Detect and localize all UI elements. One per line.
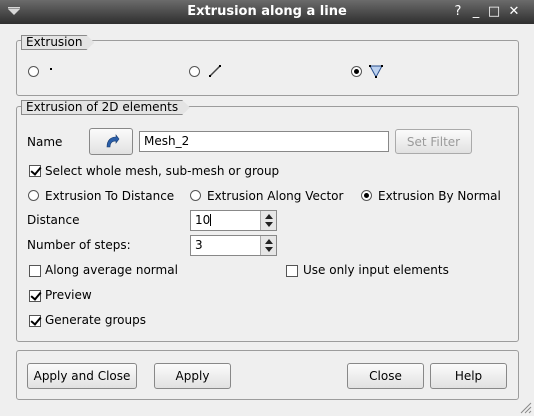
extrude-nodes-radio[interactable]	[28, 66, 39, 77]
select-whole-mesh-checkbox[interactable]	[29, 165, 41, 177]
text-cursor	[210, 214, 212, 226]
node-icon	[50, 68, 52, 70]
minimize-button[interactable]: _	[468, 4, 484, 20]
steps-spin-arrows[interactable]	[260, 236, 276, 255]
close-button[interactable]: Close	[347, 363, 424, 389]
extrusion-to-distance-label: Extrusion To Distance	[45, 189, 175, 203]
arrow-select-icon	[106, 134, 120, 148]
extrusion-group	[16, 40, 519, 96]
extrude-edges-radio[interactable]	[189, 66, 200, 77]
resize-grip-icon[interactable]	[518, 400, 532, 414]
extrusion-along-vector-radio[interactable]	[190, 190, 201, 201]
input-elements-only-label: Use only input elements	[303, 263, 449, 277]
help-button[interactable]: Help	[430, 363, 507, 389]
average-normal-label: Along average normal	[45, 263, 178, 277]
average-normal-checkbox[interactable]	[29, 265, 41, 277]
extrude-faces-radio[interactable]	[351, 66, 362, 77]
apply-and-close-button[interactable]: Apply and Close	[27, 363, 137, 389]
extrusion-along-vector-label: Extrusion Along Vector	[207, 189, 344, 203]
extrusion-by-normal-radio[interactable]	[361, 190, 372, 201]
name-label: Name	[27, 135, 63, 149]
face-icon	[369, 65, 383, 79]
distance-spin-arrows[interactable]	[260, 211, 276, 230]
steps-spinbox[interactable]: 3	[190, 235, 277, 256]
close-window-button[interactable]: ✕	[506, 4, 522, 20]
set-filter-button[interactable]: Set Filter	[395, 129, 472, 154]
generate-groups-label: Generate groups	[45, 313, 146, 327]
edge-icon	[209, 65, 221, 77]
select-whole-mesh-label: Select whole mesh, sub-mesh or group	[45, 164, 280, 178]
mesh-name-field[interactable]: Mesh_2	[139, 131, 389, 152]
steps-value: 3	[195, 238, 203, 252]
preview-checkbox[interactable]	[29, 290, 41, 302]
generate-groups-checkbox[interactable]	[29, 315, 41, 327]
title-bar[interactable]: Extrusion along a line ? _ □ ✕	[0, 0, 534, 24]
extrusion-to-distance-radio[interactable]	[28, 190, 39, 201]
help-title-button[interactable]: ?	[450, 4, 466, 20]
apply-button[interactable]: Apply	[154, 363, 231, 389]
distance-spinbox[interactable]: 10	[190, 210, 277, 231]
distance-label: Distance	[27, 213, 80, 227]
extrusion-2d-group-label: Extrusion of 2D elements	[21, 100, 190, 115]
steps-label: Number of steps:	[27, 238, 131, 252]
input-elements-only-checkbox[interactable]	[286, 265, 298, 277]
distance-value: 10	[195, 213, 211, 227]
extrusion-group-label: Extrusion	[21, 35, 94, 50]
extrusion-by-normal-label: Extrusion By Normal	[378, 189, 501, 203]
preview-label: Preview	[45, 288, 92, 302]
maximize-button[interactable]: □	[486, 4, 502, 20]
select-object-button[interactable]	[89, 128, 133, 155]
